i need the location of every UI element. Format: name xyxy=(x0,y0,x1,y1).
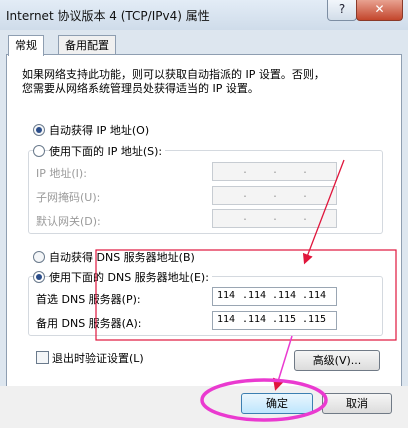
annotation-rectangle xyxy=(95,249,397,341)
highlight-ellipse xyxy=(200,378,328,422)
tab-general[interactable]: 常规 xyxy=(8,35,44,56)
annotation-arrow-1 xyxy=(302,159,345,265)
annotation-overlay xyxy=(95,159,397,422)
